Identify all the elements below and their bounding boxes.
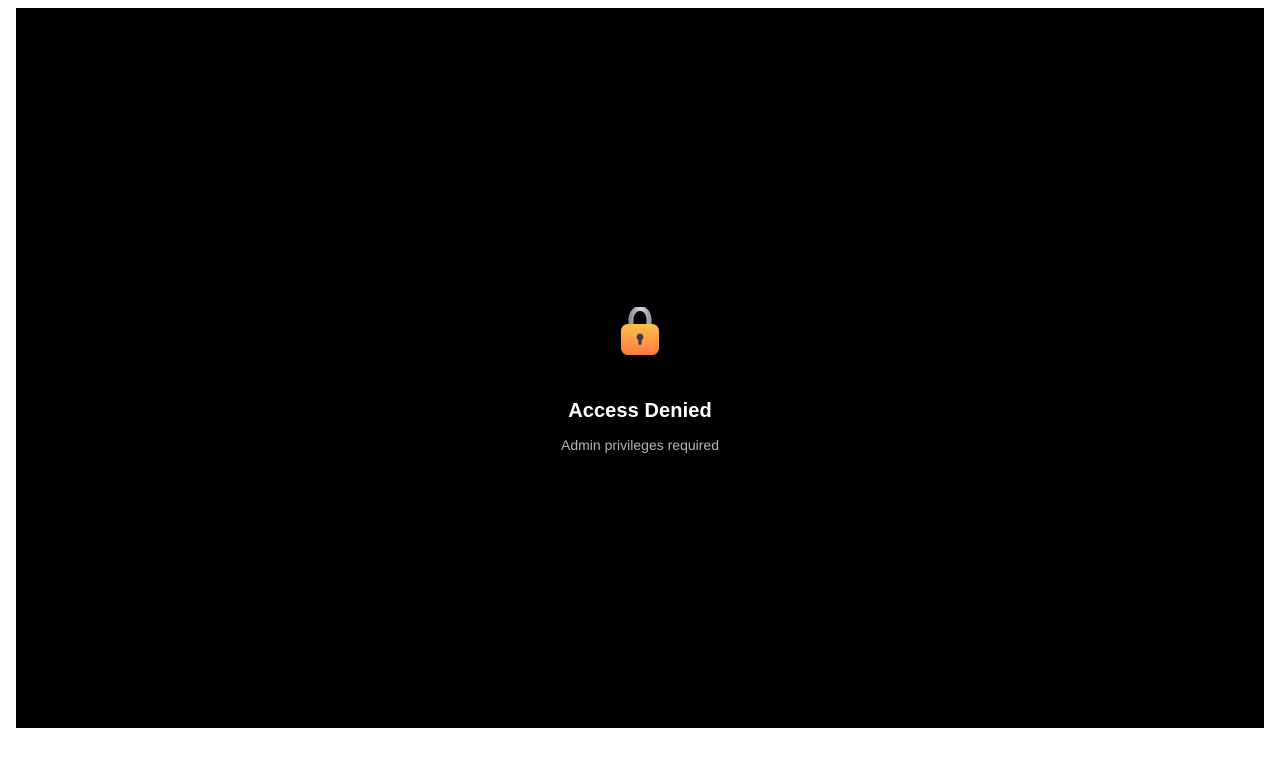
admin-privileges-message: Admin privileges required	[561, 437, 719, 453]
access-denied-panel: Access Denied Admin privileges required	[16, 8, 1264, 728]
app-frame: Access Denied Admin privileges required	[16, 8, 1264, 728]
lock-keyhole-stem	[638, 337, 642, 345]
lock-icon-graphic	[621, 307, 659, 355]
access-denied-title: Access Denied	[568, 400, 712, 423]
lock-icon	[620, 307, 660, 357]
